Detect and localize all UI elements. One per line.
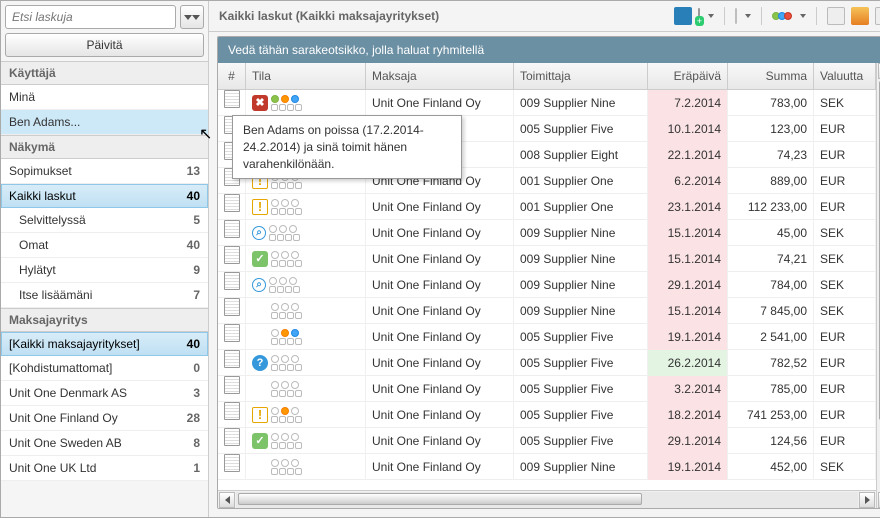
document-icon[interactable] <box>224 272 240 290</box>
company-item[interactable]: Unit One Sweden AB8 <box>1 431 208 456</box>
table-row[interactable]: ✓Unit One Finland Oy005 Supplier Five29.… <box>218 428 876 454</box>
group-icon[interactable] <box>772 9 792 23</box>
h-scrollbar[interactable] <box>218 490 876 508</box>
v-scrollbar[interactable] <box>876 63 880 508</box>
group-bar[interactable]: Vedä tähän sarakeotsikko, jolla haluat r… <box>218 37 880 63</box>
col-summa[interactable]: Summa <box>728 63 814 89</box>
col-tila[interactable]: Tila <box>246 63 366 89</box>
view-icon[interactable] <box>674 7 692 25</box>
document-icon[interactable] <box>224 428 240 446</box>
refresh-button[interactable]: Päivitä <box>5 33 204 57</box>
toolbar: + <box>674 7 880 25</box>
view-item[interactable]: Omat40 <box>1 233 208 258</box>
table-row[interactable]: Unit One Finland Oy005 Supplier Five3.2.… <box>218 376 876 402</box>
new-doc-icon[interactable]: + <box>698 9 700 23</box>
view-item[interactable]: Selvittelyssä5 <box>1 208 208 233</box>
table-row[interactable]: ?Unit One Finland Oy005 Supplier Five26.… <box>218 350 876 376</box>
users-header: Käyttäjä <box>1 61 208 85</box>
table-row[interactable]: !Unit One Finland Oy001 Supplier One23.1… <box>218 194 876 220</box>
document-icon[interactable] <box>224 298 240 316</box>
company-item[interactable]: Unit One UK Ltd1 <box>1 456 208 481</box>
table-row[interactable]: ✓Unit One Finland Oy009 Supplier Nine15.… <box>218 246 876 272</box>
table-row[interactable]: ✖Unit One Finland Oy009 Supplier Nine7.2… <box>218 90 876 116</box>
document-icon[interactable] <box>224 376 240 394</box>
search-input[interactable] <box>5 5 176 29</box>
company-item[interactable]: [Kaikki maksajayritykset]40 <box>1 332 208 356</box>
user-item[interactable]: Minä <box>1 85 208 110</box>
document-icon[interactable] <box>224 220 240 238</box>
grid-header: # Tila Maksaja Toimittaja Eräpäivä Summa… <box>218 63 876 90</box>
document-icon[interactable] <box>224 194 240 212</box>
action2-icon[interactable] <box>851 7 869 25</box>
user-item[interactable]: Ben Adams... <box>1 110 208 135</box>
col-toimittaja[interactable]: Toimittaja <box>514 63 648 89</box>
table-row[interactable]: Unit One Finland Oy009 Supplier Nine19.1… <box>218 454 876 480</box>
col-erapaiva[interactable]: Eräpäivä <box>648 63 728 89</box>
col-index[interactable]: # <box>218 63 246 89</box>
export-icon[interactable] <box>735 9 737 23</box>
action3-icon[interactable] <box>875 7 880 25</box>
document-icon[interactable] <box>224 90 240 108</box>
table-row[interactable]: Unit One Finland Oy009 Supplier Nine15.1… <box>218 298 876 324</box>
search-expand-button[interactable] <box>180 5 204 29</box>
document-icon[interactable] <box>224 246 240 264</box>
table-row[interactable]: ⌕Unit One Finland Oy009 Supplier Nine29.… <box>218 272 876 298</box>
document-icon[interactable] <box>224 454 240 472</box>
document-icon[interactable] <box>224 350 240 368</box>
company-item[interactable]: Unit One Denmark AS3 <box>1 381 208 406</box>
company-item[interactable]: Unit One Finland Oy28 <box>1 406 208 431</box>
company-item[interactable]: [Kohdistumattomat]0 <box>1 356 208 381</box>
companies-header: Maksajayritys <box>1 308 208 332</box>
table-row[interactable]: Unit One Finland Oy005 Supplier Five19.1… <box>218 324 876 350</box>
document-icon[interactable] <box>224 324 240 342</box>
table-row[interactable]: ⌕Unit One Finland Oy009 Supplier Nine15.… <box>218 220 876 246</box>
view-item[interactable]: Hylätyt9 <box>1 258 208 283</box>
view-item[interactable]: Kaikki laskut40 <box>1 184 208 208</box>
main-title: Kaikki laskut (Kaikki maksajayritykset) <box>219 9 674 23</box>
tooltip: Ben Adams on poissa (17.2.2014-24.2.2014… <box>232 115 462 179</box>
col-maksaja[interactable]: Maksaja <box>366 63 514 89</box>
action1-icon[interactable] <box>827 7 845 25</box>
view-item[interactable]: Sopimukset13 <box>1 159 208 184</box>
col-valuutta[interactable]: Valuutta <box>814 63 876 89</box>
views-header: Näkymä <box>1 135 208 159</box>
table-row[interactable]: !Unit One Finland Oy005 Supplier Five18.… <box>218 402 876 428</box>
view-item[interactable]: Itse lisäämäni7 <box>1 283 208 308</box>
document-icon[interactable] <box>224 402 240 420</box>
